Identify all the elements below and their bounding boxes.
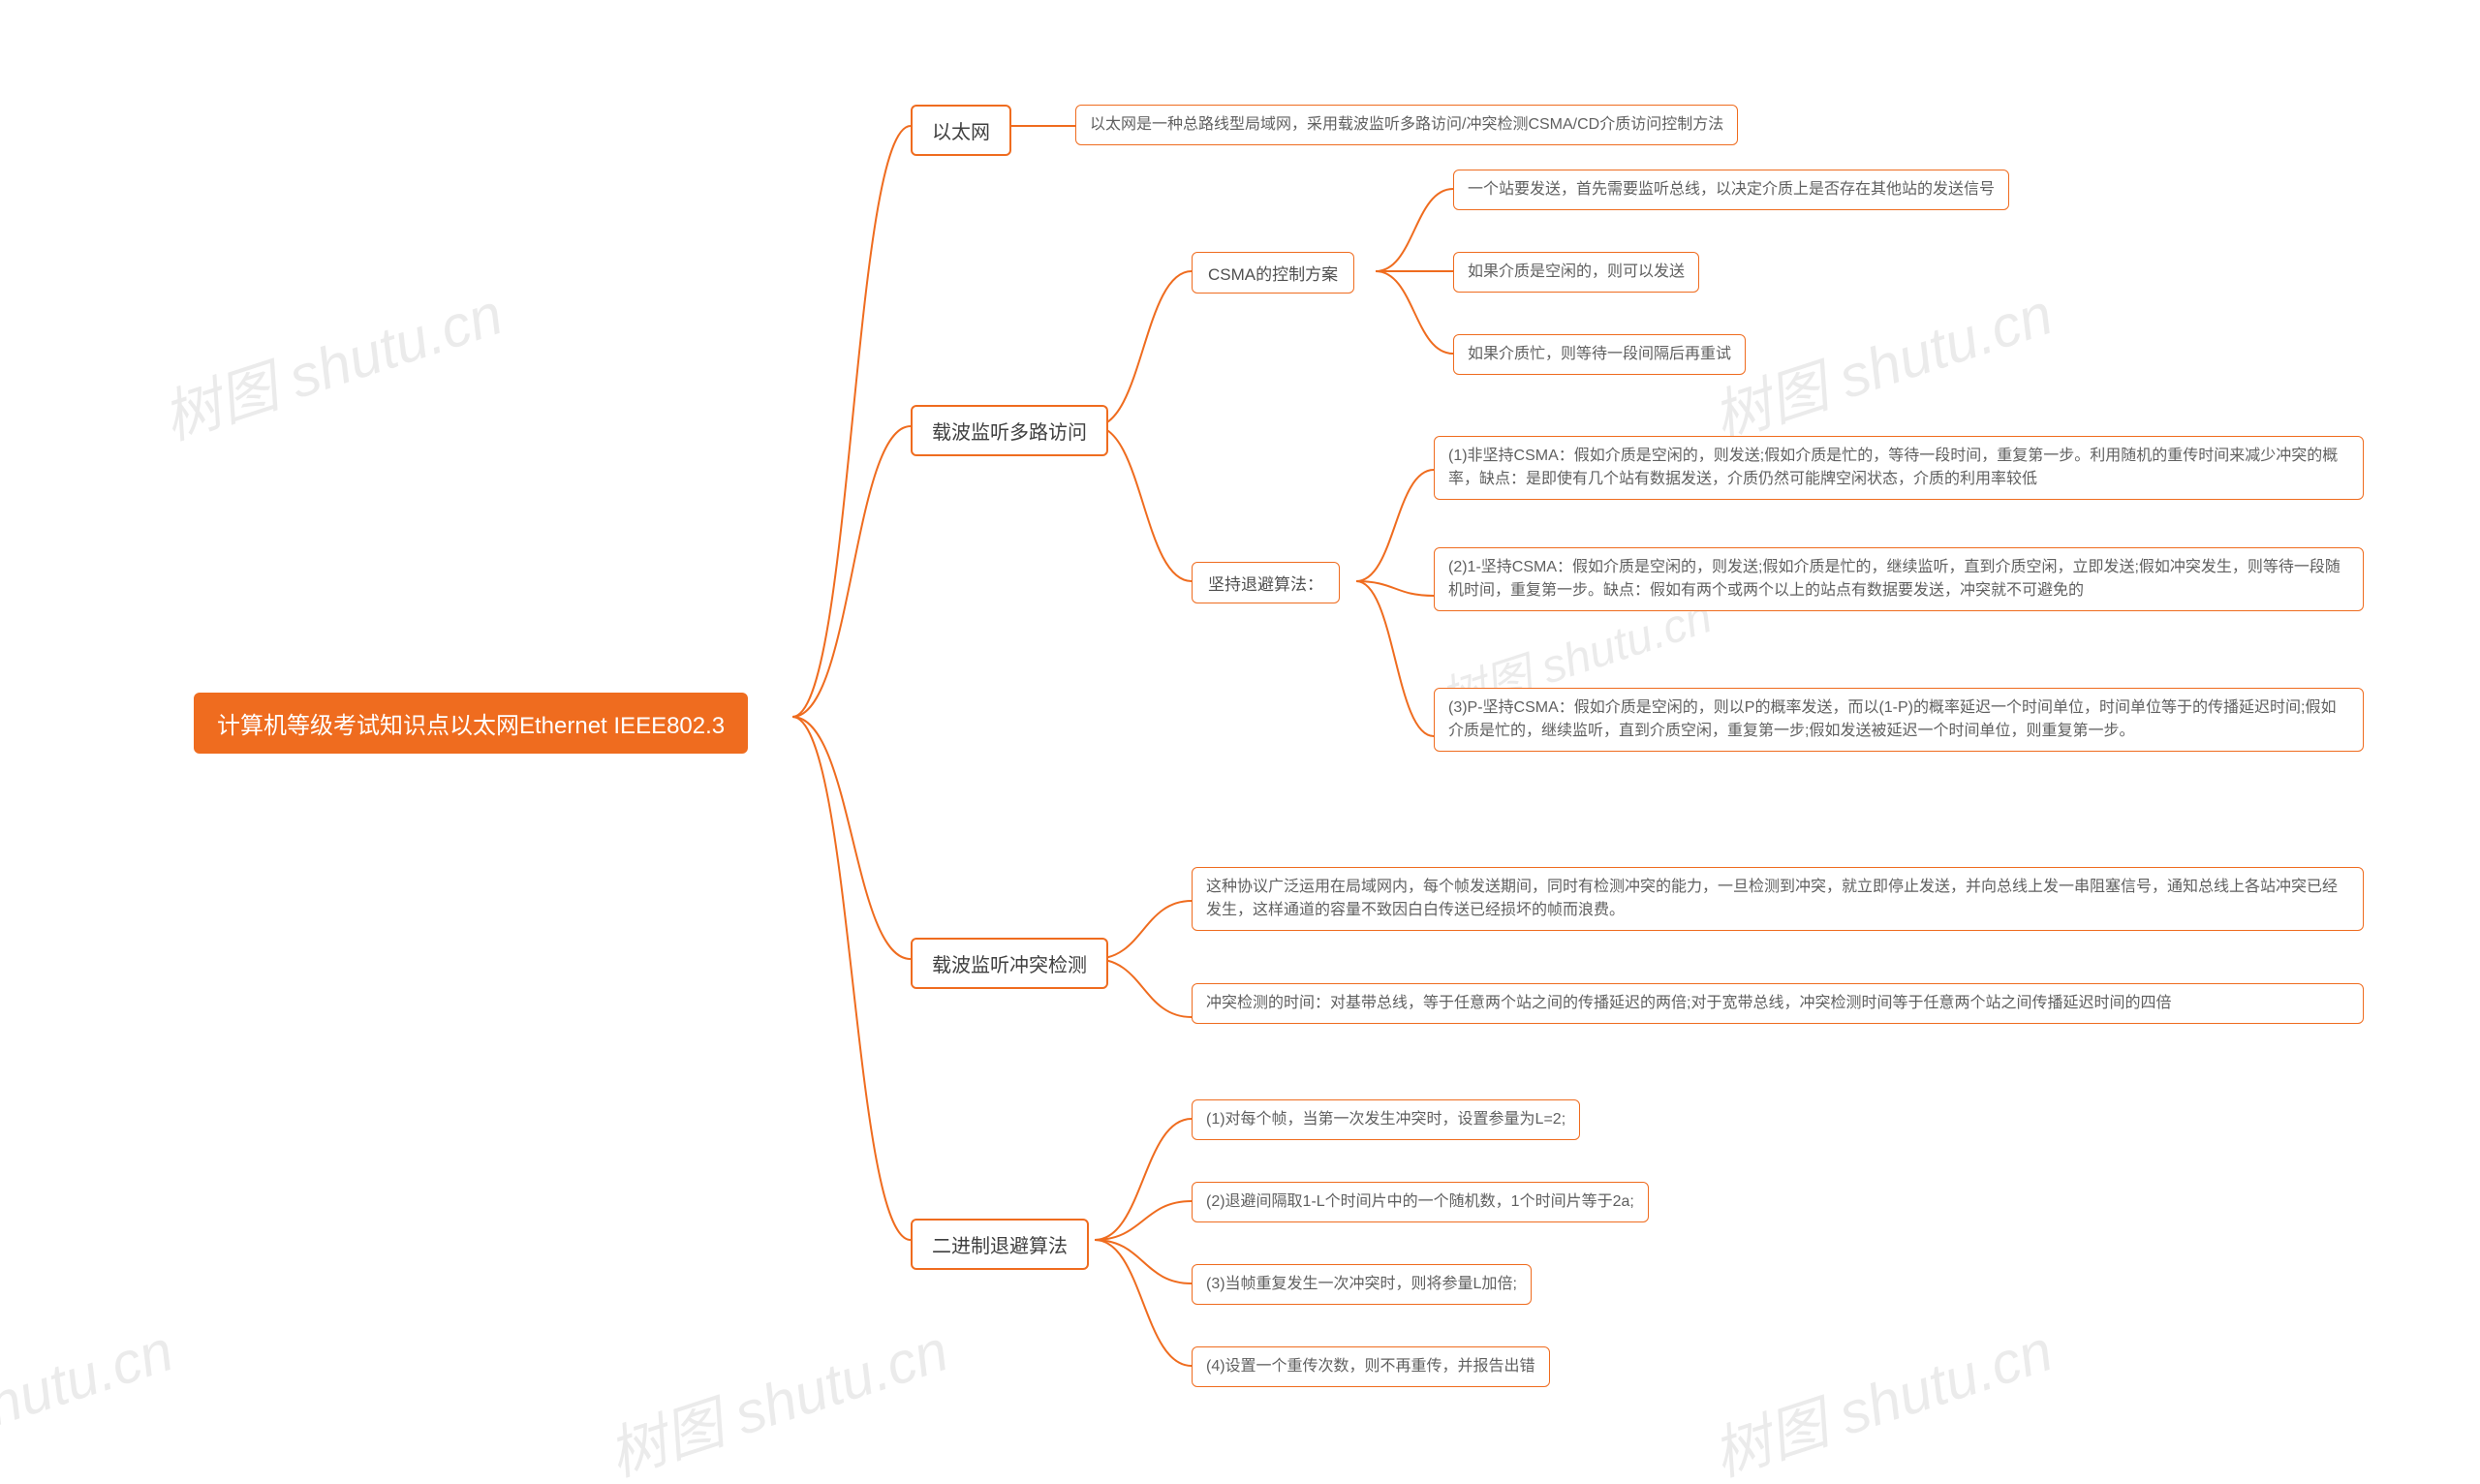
watermark: 树图 shutu.cn [596,1304,957,1484]
leaf-backoff-3[interactable]: (3)当帧重复发生一次冲突时，则将参量L加倍; [1192,1264,1532,1305]
watermark: 树图 shutu.cn [150,267,512,456]
leaf-ethernet-desc[interactable]: 以太网是一种总路线型局域网，采用载波监听多路访问/冲突检测CSMA/CD介质访问… [1075,105,1738,145]
watermark: 树图 shutu.cn [1700,1304,2062,1484]
branch-binary-backoff[interactable]: 二进制退避算法 [911,1219,1089,1270]
sub-csma-control[interactable]: CSMA的控制方案 [1192,252,1354,294]
leaf-csma-3[interactable]: 如果介质忙，则等待一段间隔后再重试 [1453,334,1746,375]
leaf-backoff-2[interactable]: (2)退避间隔取1-L个时间片中的一个随机数，1个时间片等于2a; [1192,1182,1649,1222]
leaf-backoff-4[interactable]: (4)设置一个重传次数，则不再重传，并报告出错 [1192,1346,1550,1387]
branch-csma-cd[interactable]: 载波监听冲突检测 [911,938,1108,989]
watermark: 树图 shutu.cn [0,1304,182,1484]
leaf-csma-2[interactable]: 如果介质是空闲的，则可以发送 [1453,252,1699,293]
branch-csma[interactable]: 载波监听多路访问 [911,405,1108,456]
sub-persist-backoff[interactable]: 坚持退避算法： [1192,562,1340,603]
mindmap-root[interactable]: 计算机等级考试知识点以太网Ethernet IEEE802.3 [194,693,748,754]
leaf-persist-1[interactable]: (1)非坚持CSMA：假如介质是空闲的，则发送;假如介质是忙的，等待一段时间，重… [1434,436,2364,500]
branch-ethernet[interactable]: 以太网 [911,105,1011,156]
leaf-persist-2[interactable]: (2)1-坚持CSMA：假如介质是空闲的，则发送;假如介质是忙的，继续监听，直到… [1434,547,2364,611]
watermark: 树图 shutu.cn [1700,267,2062,456]
leaf-csma-1[interactable]: 一个站要发送，首先需要监听总线，以决定介质上是否存在其他站的发送信号 [1453,170,2009,210]
leaf-persist-3[interactable]: (3)P-坚持CSMA：假如介质是空闲的，则以P的概率发送，而以(1-P)的概率… [1434,688,2364,752]
leaf-csmacd-2[interactable]: 冲突检测的时间：对基带总线，等于任意两个站之间的传播延迟的两倍;对于宽带总线，冲… [1192,983,2364,1024]
leaf-backoff-1[interactable]: (1)对每个帧，当第一次发生冲突时，设置参量为L=2; [1192,1099,1580,1140]
leaf-csmacd-1[interactable]: 这种协议广泛运用在局域网内，每个帧发送期间，同时有检测冲突的能力，一旦检测到冲突… [1192,867,2364,931]
